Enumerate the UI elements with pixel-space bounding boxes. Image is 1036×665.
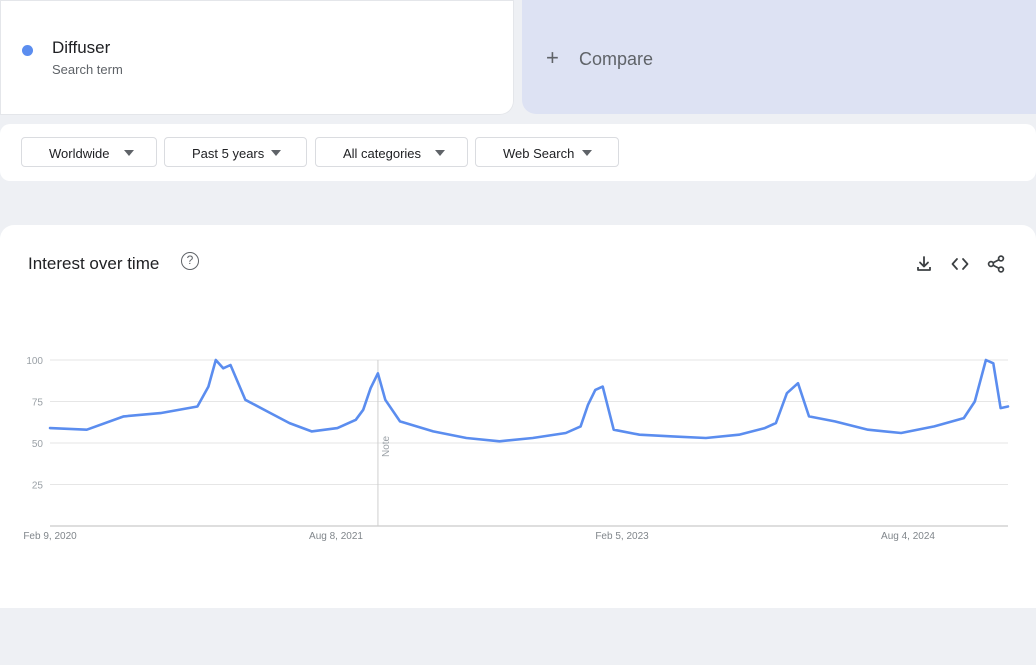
- download-icon[interactable]: [914, 254, 934, 274]
- series-color-dot: [22, 45, 33, 56]
- search-term-subtitle: Search term: [52, 62, 123, 77]
- time-range-filter-dropdown[interactable]: Past 5 years: [164, 137, 307, 167]
- y-tick-label: 75: [32, 398, 44, 409]
- x-tick-label: Feb 9, 2020: [23, 531, 77, 542]
- category-filter-dropdown[interactable]: All categories: [315, 137, 468, 167]
- share-icon[interactable]: [986, 254, 1006, 274]
- region-filter-label: Worldwide: [49, 146, 110, 161]
- search-term-card[interactable]: Diffuser Search term: [0, 0, 514, 115]
- time-range-filter-label: Past 5 years: [192, 146, 265, 161]
- chart-title: Interest over time: [28, 254, 160, 273]
- y-tick-label: 100: [26, 356, 43, 367]
- category-filter-label: All categories: [343, 146, 422, 161]
- note-marker-label[interactable]: Note: [381, 435, 392, 457]
- compare-label: Compare: [579, 49, 654, 69]
- dropdown-caret-icon: [124, 150, 134, 156]
- search-type-filter-dropdown[interactable]: Web Search: [475, 137, 619, 167]
- compare-button[interactable]: + Compare: [522, 0, 1036, 114]
- search-term-name[interactable]: Diffuser: [52, 38, 110, 58]
- search-type-filter-label: Web Search: [503, 146, 575, 161]
- help-icon[interactable]: ?: [181, 252, 199, 270]
- series-line[interactable]: [48, 358, 1010, 443]
- dropdown-caret-icon: [582, 150, 592, 156]
- x-tick-label: Aug 8, 2021: [309, 531, 363, 542]
- region-filter-dropdown[interactable]: Worldwide: [21, 137, 157, 167]
- interest-line-chart[interactable]: 25 50 75 100 Feb 9, 2020 Aug 8, 2021 Feb 5, 20…: [0, 335, 1036, 665]
- filters-bar: Worldwide Past 5 years All categories We…: [0, 124, 1036, 181]
- interest-over-time-card: Interest over time ? 25 50 75 100 Feb 9, 202…: [0, 225, 1036, 608]
- y-tick-label: 25: [32, 481, 44, 492]
- y-tick-label: 50: [32, 439, 44, 450]
- plus-icon: +: [546, 45, 559, 70]
- dropdown-caret-icon: [271, 150, 281, 156]
- x-tick-label: Feb 5, 2023: [595, 531, 649, 542]
- x-tick-label: Aug 4, 2024: [881, 531, 935, 542]
- dropdown-caret-icon: [435, 150, 445, 156]
- embed-code-icon[interactable]: [950, 254, 970, 274]
